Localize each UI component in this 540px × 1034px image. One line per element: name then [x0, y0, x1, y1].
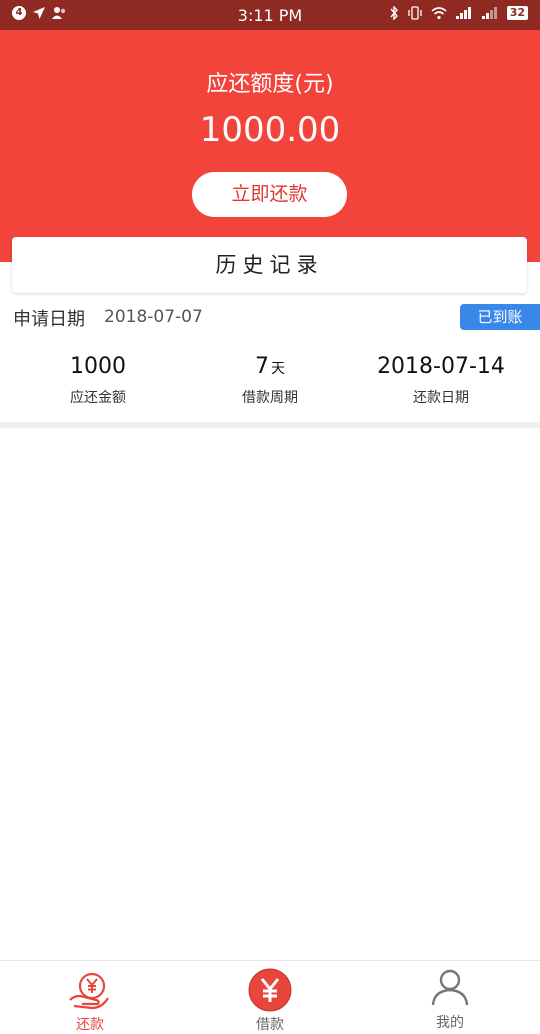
repayment-header: 应还额度(元) 1000.00 立即还款 [0, 30, 540, 262]
loan-period-unit: 天 [271, 361, 285, 377]
tab-borrow[interactable]: 借款 [180, 961, 360, 1033]
status-bar: 4 3:11 PM 32 [0, 0, 540, 30]
loan-period-value: 7 [255, 354, 269, 379]
repay-amount-label: 应还金额 [70, 390, 126, 406]
repay-amount-column: 1000 应还金额 [8, 354, 188, 407]
due-date-value: 2018-07-14 [377, 354, 505, 379]
tab-mine-label: 我的 [436, 1015, 464, 1031]
bluetooth-icon [390, 6, 398, 20]
signal-icon [455, 7, 471, 19]
bottom-tab-bar: 还款 借款 我的 [0, 960, 540, 1033]
apply-date-label: 申请日期 [13, 309, 85, 330]
tab-mine[interactable]: 我的 [360, 961, 540, 1031]
tab-repay-label: 还款 [76, 1017, 104, 1033]
history-records-header[interactable]: 历史记录 [12, 237, 527, 293]
loan-period-column: 7天 借款周期 [180, 354, 360, 407]
status-badge: 已到账 [460, 304, 540, 330]
tab-borrow-label: 借款 [256, 1017, 284, 1033]
tab-repay[interactable]: 还款 [0, 961, 180, 1033]
repay-hand-yen-icon [69, 972, 109, 1010]
signal-2-icon [481, 7, 497, 19]
repay-amount-value: 1000 [70, 354, 126, 379]
vibrate-icon [408, 6, 422, 20]
status-right-icons: 32 [389, 6, 528, 20]
due-amount-title: 应还额度(元) [206, 72, 334, 97]
wifi-icon [431, 7, 447, 20]
section-divider [0, 422, 540, 428]
battery-level: 32 [506, 6, 528, 20]
repay-now-button[interactable]: 立即还款 [192, 172, 347, 217]
loan-period-label: 借款周期 [242, 390, 298, 406]
loan-record-item[interactable]: 申请日期 2018-07-07 已到账 1000 应还金额 7天 借款周期 20… [0, 296, 540, 422]
due-date-column: 2018-07-14 还款日期 [351, 354, 531, 407]
user-icon [431, 969, 469, 1006]
due-date-label: 还款日期 [413, 390, 469, 406]
yen-coin-icon [248, 968, 292, 1012]
apply-date-value: 2018-07-07 [104, 307, 203, 327]
due-amount-value: 1000.00 [199, 110, 341, 150]
